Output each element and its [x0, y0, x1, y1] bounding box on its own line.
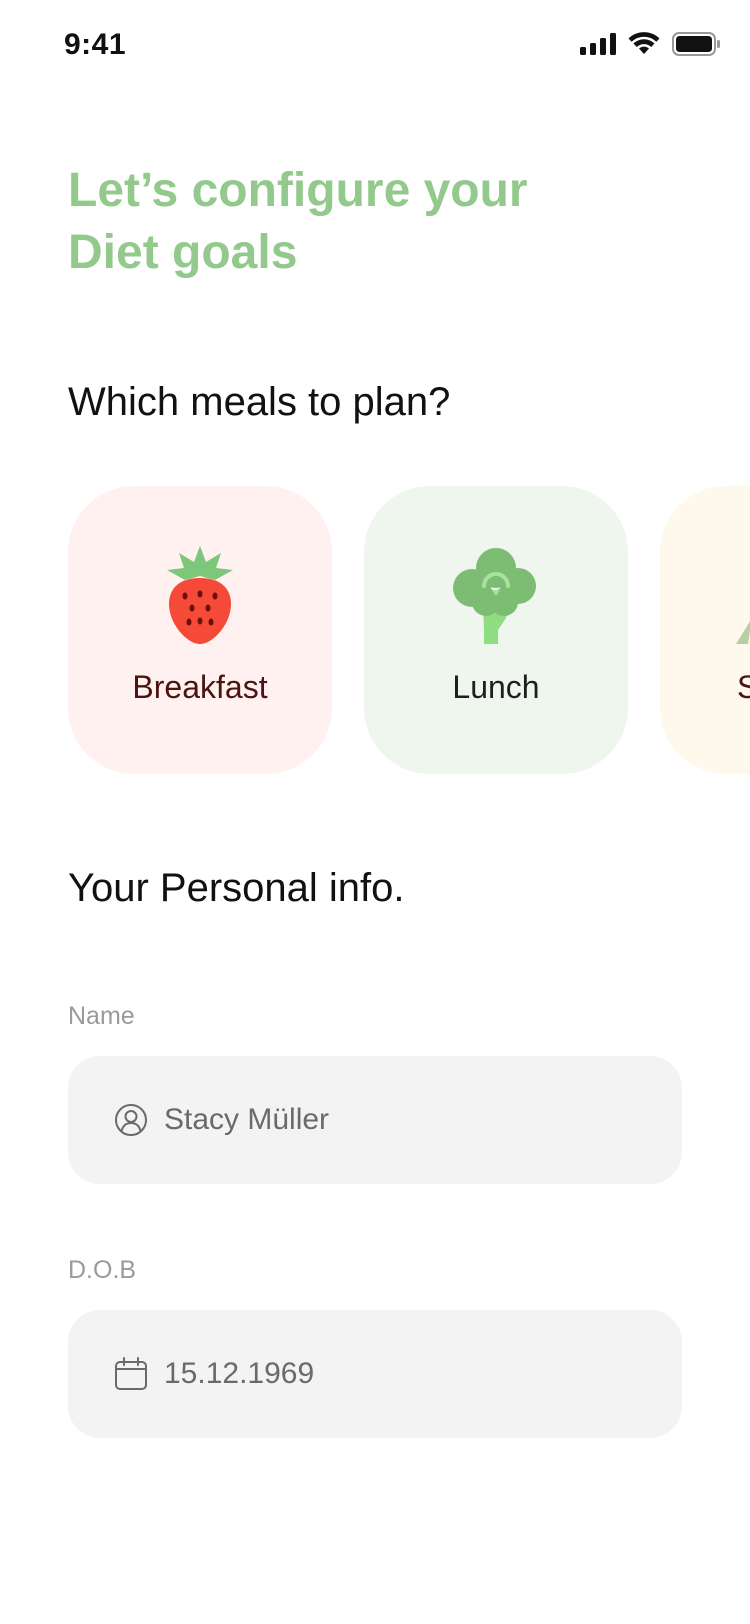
meal-label-partial: S — [737, 669, 750, 705]
meal-label-breakfast: Breakfast — [132, 669, 268, 705]
status-icons — [580, 32, 720, 56]
partial-meal-icon — [736, 621, 750, 644]
name-value: Stacy Müller — [164, 1103, 330, 1136]
meal-label-lunch: Lunch — [452, 669, 540, 705]
name-label: Name — [68, 1002, 135, 1030]
meal-card-row[interactable]: Breakfast Lunch S — [68, 486, 750, 776]
meal-card-breakfast[interactable]: Breakfast — [68, 486, 332, 774]
personal-info-title: Your Personal info. — [68, 866, 405, 910]
status-time: 9:41 — [64, 28, 127, 61]
status-bar: 9:41 — [0, 0, 750, 90]
name-field[interactable]: Stacy Müller — [68, 1056, 682, 1184]
strawberry-icon — [167, 546, 233, 644]
dob-value: 15.12.1969 — [164, 1357, 315, 1390]
wifi-icon — [628, 32, 660, 54]
cellular-signal-icon — [580, 33, 616, 55]
page-title-line-1: Let’s configure your — [68, 164, 528, 217]
calendar-icon — [114, 1357, 148, 1391]
page-title-line-2: Diet goals — [68, 226, 298, 279]
broccoli-icon — [453, 548, 536, 644]
meal-card-lunch[interactable]: Lunch — [364, 486, 628, 774]
page-title: Let’s configure your Diet goals — [68, 160, 628, 284]
dob-field[interactable]: 15.12.1969 — [68, 1310, 682, 1438]
user-icon — [114, 1103, 148, 1137]
meals-section-title: Which meals to plan? — [68, 380, 451, 424]
battery-icon — [672, 32, 720, 56]
meal-card-partial[interactable]: S — [660, 486, 750, 774]
dob-label: D.O.B — [68, 1256, 137, 1284]
